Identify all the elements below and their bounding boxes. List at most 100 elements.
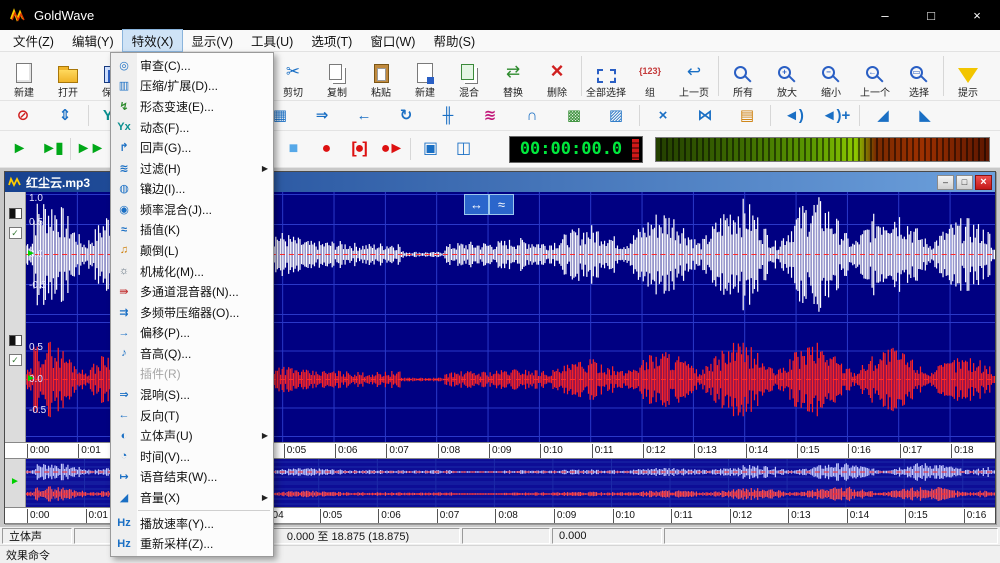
menu-item-doppler[interactable]: ↯形态变速(E)... <box>111 96 273 117</box>
play-selection-button[interactable]: ►▮ <box>35 135 68 163</box>
menu-item-voice-over[interactable]: ↦语音结束(W)... <box>111 467 273 488</box>
effects-menu: ◎审查(C)...▥压缩/扩展(D)...↯形态变速(E)...Yx动态(F).… <box>110 52 274 557</box>
spectrum-button[interactable]: ≋ <box>469 103 511 129</box>
menu-item-multichannel-mixer[interactable]: ⇛多通道混音器(N)... <box>111 281 273 302</box>
minimize-button[interactable]: – <box>862 0 908 30</box>
fade-out-button[interactable]: ◣ <box>904 103 946 129</box>
zoom-selection-button[interactable]: ▭选择 <box>897 53 941 99</box>
control-properties-button[interactable]: ▣ <box>413 135 446 163</box>
fade-in-button[interactable]: ◢ <box>862 103 904 129</box>
previous-page-button[interactable]: ↩上一页 <box>672 53 716 99</box>
menubar-item[interactable]: 帮助(S) <box>424 30 484 51</box>
delete-button[interactable]: ×删除 <box>535 53 579 99</box>
record-selection-button[interactable]: [●] <box>342 135 375 163</box>
play-all-button[interactable]: ►► <box>73 135 106 163</box>
stop-button[interactable]: ■ <box>276 135 309 163</box>
menu-item-reverb[interactable]: ⇒混响(S)... <box>111 384 273 405</box>
time-tick-label: 0:06 <box>335 444 357 459</box>
right-channel-display-icon[interactable] <box>9 335 22 346</box>
menu-item-offset[interactable]: →偏移(P)... <box>111 323 273 344</box>
menu-item-echo[interactable]: ↱回声(G)... <box>111 137 273 158</box>
play-button[interactable]: ► <box>2 135 35 163</box>
menu-item-flange[interactable]: ◍镶边(I)... <box>111 178 273 199</box>
menubar-item[interactable]: 特效(X) <box>123 30 183 51</box>
menu-item-playback-rate[interactable]: Hz播放速率(Y)... <box>111 513 273 534</box>
menu-item-compressor-expander[interactable]: ▥压缩/扩展(D)... <box>111 76 273 97</box>
menu-item-dynamics[interactable]: Yx动态(F)... <box>111 117 273 138</box>
warning-icon <box>958 68 978 83</box>
menubar-item[interactable]: 窗口(W) <box>361 30 424 51</box>
selection-smart-edge-tool[interactable]: ≈ <box>489 194 514 215</box>
menubar-item[interactable]: 选项(T) <box>302 30 361 51</box>
zoom-previous-button[interactable]: ←上一个 <box>853 53 897 99</box>
mix-button[interactable]: 混合 <box>447 53 491 99</box>
menu-item-resample[interactable]: Hz重新采样(Z)... <box>111 533 273 554</box>
expander-button[interactable]: ⇕ <box>44 103 86 129</box>
menu-item-stereo[interactable]: ◐立体声(U)▶ <box>111 425 273 446</box>
help-button[interactable]: ?帮助 <box>990 53 1000 99</box>
toolbar-button-label: 提示 <box>958 84 978 99</box>
goldwave-window: GoldWave – □ × 文件(Z)编辑(Y)特效(X)显示(V)工具(U)… <box>0 0 1000 563</box>
menu-item-mechanize[interactable]: ☼机械化(M)... <box>111 261 273 282</box>
menubar-item[interactable]: 编辑(Y) <box>63 30 123 51</box>
menubar-item[interactable]: 工具(U) <box>242 30 302 51</box>
menu-item-frequency-blend[interactable]: ◉频率混合(J)... <box>111 199 273 220</box>
selection-adjust-tool[interactable]: ↔ <box>464 194 489 215</box>
menu-item-pitch-icon: ♪ <box>111 347 137 359</box>
doc-maximize-button[interactable]: □ <box>956 175 973 190</box>
paste-button[interactable]: 粘贴 <box>359 53 403 99</box>
new-button[interactable]: 新建 <box>2 53 46 99</box>
noise-reduction-button[interactable]: ▨ <box>595 103 637 129</box>
volume-ramp-button[interactable]: ▤ <box>726 103 768 129</box>
menu-item-time[interactable]: ◔时间(V)... <box>111 446 273 467</box>
menu-item-multiband-compressor[interactable]: ⇉多频带压缩器(O)... <box>111 302 273 323</box>
pitch-shift-button[interactable]: ⋈ <box>684 103 726 129</box>
cut-button[interactable]: ✂剪切 <box>271 53 315 99</box>
offset-button[interactable]: ⇒ <box>301 103 343 129</box>
zoom-out-button[interactable]: −缩小 <box>809 53 853 99</box>
left-channel-display-icon[interactable] <box>9 208 22 219</box>
menu-item-pitch[interactable]: ♪音高(Q)... <box>111 343 273 364</box>
menubar-item[interactable]: 显示(V) <box>182 30 242 51</box>
open-button[interactable]: 打开 <box>46 53 90 99</box>
time-tick-label: 0:01 <box>86 509 108 524</box>
replace-button[interactable]: ⇄替换 <box>491 53 535 99</box>
zoom-all-button[interactable]: 所有 <box>721 53 765 99</box>
group-button[interactable]: {123}组 <box>628 53 672 99</box>
menu-item-filter[interactable]: ≋过滤(H)▶ <box>111 158 273 179</box>
record-new-button[interactable]: ●► <box>375 135 408 163</box>
menu-item-invert[interactable]: ♫颠倒(L) <box>111 240 273 261</box>
menubar-item[interactable]: 文件(Z) <box>4 30 63 51</box>
time-tick-label: 0:16 <box>848 444 870 459</box>
left-channel-checkbox[interactable]: ✓ <box>9 227 22 239</box>
menu-item-volume[interactable]: ◢音量(X)▶ <box>111 487 273 508</box>
crossfade-button[interactable]: × <box>642 103 684 129</box>
double-arrow-vertical-icon: ⇕ <box>59 108 72 123</box>
replace-icon: ⇄ <box>506 59 520 83</box>
doc-minimize-button[interactable]: – <box>937 175 954 190</box>
noise-gate-button[interactable]: ▩ <box>553 103 595 129</box>
paste-new-button[interactable]: 新建 <box>403 53 447 99</box>
menu-item-interpolate[interactable]: ≈插值(K) <box>111 220 273 241</box>
flange-button[interactable]: ↻ <box>385 103 427 129</box>
disable-effects-button[interactable]: ⊘ <box>2 103 44 129</box>
tips-button[interactable]: 提示 <box>946 53 990 99</box>
band-filter-button[interactable]: ∩ <box>511 103 553 129</box>
menu-item-reverse[interactable]: ←反向(T) <box>111 405 273 426</box>
zoom-in-button[interactable]: +放大 <box>765 53 809 99</box>
reverse-button[interactable]: ← <box>343 103 385 129</box>
speaker-button[interactable]: ◄) <box>773 103 815 129</box>
right-channel-checkbox[interactable]: ✓ <box>9 354 22 366</box>
menu-item-reverse-icon: ← <box>111 409 137 421</box>
maximize-button[interactable]: □ <box>908 0 954 30</box>
filter-button[interactable]: ╫ <box>427 103 469 129</box>
doc-close-button[interactable]: × <box>975 175 992 190</box>
delete-icon: × <box>551 59 564 83</box>
copy-button[interactable]: 复制 <box>315 53 359 99</box>
visuals-window-button[interactable]: ◫ <box>446 135 479 163</box>
select-all-button[interactable]: 全部选择 <box>584 53 628 99</box>
menu-item-review[interactable]: ◎审查(C)... <box>111 55 273 76</box>
close-button[interactable]: × <box>954 0 1000 30</box>
record-button[interactable]: ● <box>309 135 342 163</box>
speaker-plus-button[interactable]: ◄)+ <box>815 103 857 129</box>
